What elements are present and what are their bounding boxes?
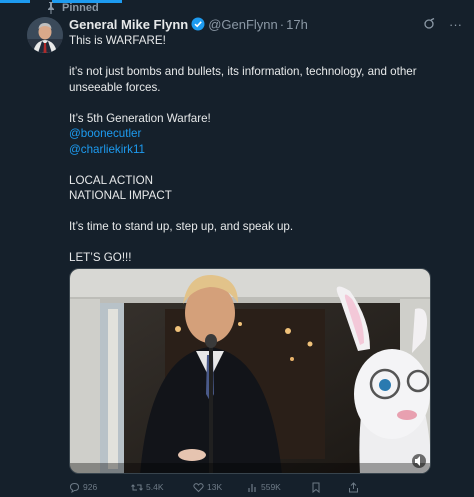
tweet-actions: 926 5.4K 13K 559K <box>69 480 449 494</box>
display-name[interactable]: General Mike Flynn <box>69 17 188 32</box>
repost-icon <box>131 483 143 491</box>
avatar[interactable] <box>27 17 63 53</box>
views-count: 559K <box>261 482 281 492</box>
tweet-text: This is WARFARE! it’s not just bombs and… <box>69 33 459 266</box>
tab-indicator-segment <box>0 0 30 3</box>
text-line: LOCAL ACTION <box>69 173 153 187</box>
mention-link[interactable]: @boonecutler <box>69 126 459 142</box>
separator-dot: · <box>279 16 285 32</box>
video-player[interactable] <box>69 268 431 474</box>
text-line: LET’S GO!!! <box>69 251 132 264</box>
reply-icon <box>69 482 80 493</box>
like-button[interactable]: 13K <box>193 482 222 493</box>
text-line: This is WARFARE! <box>69 34 166 47</box>
mention-link[interactable]: @charliekirk11 <box>69 142 459 158</box>
pinned-indicator: Pinned <box>46 1 99 15</box>
timestamp[interactable]: 17h <box>286 17 308 32</box>
text-line: It’s time to stand up, step up, and spea… <box>69 220 294 233</box>
reply-button[interactable]: 926 <box>69 482 97 493</box>
views-icon <box>248 483 256 492</box>
handle[interactable]: @GenFlynn <box>208 17 278 32</box>
text-line: it’s not just bombs and bullets, its inf… <box>69 65 417 94</box>
tweet-header: General Mike Flynn @GenFlynn · 17h ··· <box>69 15 462 33</box>
more-icon[interactable]: ··· <box>449 17 462 32</box>
repost-count: 5.4K <box>146 482 164 492</box>
share-icon <box>349 481 358 492</box>
verified-icon <box>191 17 205 31</box>
bookmark-icon <box>312 482 320 493</box>
grok-icon[interactable] <box>423 18 435 30</box>
text-line: It’s 5th Generation Warfare! <box>69 111 211 125</box>
header-actions: ··· <box>423 17 462 32</box>
mute-icon[interactable] <box>412 454 426 468</box>
views-button[interactable]: 559K <box>247 482 281 493</box>
repost-button[interactable]: 5.4K <box>131 482 164 493</box>
share-button[interactable] <box>348 481 359 493</box>
pin-icon <box>48 2 54 14</box>
avatar-image <box>27 17 63 53</box>
reply-count: 926 <box>83 482 98 492</box>
video-frame <box>70 269 430 473</box>
bookmark-button[interactable] <box>311 482 321 493</box>
pinned-label: Pinned <box>62 2 99 14</box>
text-line: NATIONAL IMPACT <box>69 189 172 202</box>
like-count: 13K <box>207 482 223 492</box>
like-icon <box>193 482 204 492</box>
